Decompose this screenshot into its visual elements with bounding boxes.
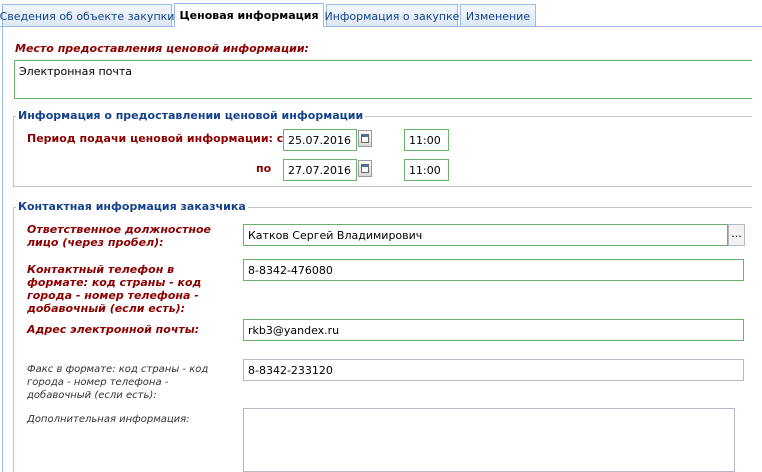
phone-field[interactable]: 8-8342-476080 [243,259,744,281]
period-to-label: по [256,162,272,175]
person-label: Ответственное должностное лицо (через пр… [27,223,212,249]
tab-change[interactable]: Изменение [460,4,536,27]
period-to-calendar-button[interactable] [358,160,372,177]
period-to-time-field[interactable]: 11:00 [404,159,449,181]
place-label: Место предоставления ценовой информации: [15,42,309,55]
period-from-calendar-button[interactable] [358,130,372,147]
calendar-icon [361,134,369,143]
period-from-date-field[interactable]: 25.07.2016 [283,129,357,151]
form-panel: Место предоставления ценовой информации:… [2,27,762,472]
phone-label: Контактный телефон в формате: код страны… [27,263,202,315]
contact-legend: Контактная информация заказчика [16,200,248,213]
tab-purchase-object[interactable]: Сведения об объекте закупки [0,4,174,27]
person-lookup-button[interactable]: ... [728,224,745,246]
place-field[interactable]: Электронная почта [14,60,755,99]
period-from-label: Период подачи ценовой информации: с [27,132,284,145]
price-info-legend: Информация о предоставлении ценовой инфо… [16,109,366,122]
price-info-fieldset [13,116,755,187]
extra-info-label: Дополнительная информация: [27,414,190,425]
period-to-date-field[interactable]: 27.07.2016 [283,159,357,181]
email-label: Адрес электронной почты: [27,323,200,336]
period-from-time-field[interactable]: 11:00 [404,129,449,151]
calendar-icon [361,164,369,173]
tab-purchase-info[interactable]: Информация о закупке [325,4,459,27]
tab-strip: Сведения об объекте закупки Ценовая инфо… [0,0,762,27]
fax-field[interactable]: 8-8342-233120 [243,359,744,381]
email-field[interactable]: rkb3@yandex.ru [243,319,744,341]
scrollbar[interactable] [752,27,762,472]
person-field[interactable]: Катков Сергей Владимирович [243,224,728,246]
fax-label: Факс в формате: код страны - код города … [27,364,209,401]
extra-info-textarea[interactable] [243,408,735,472]
tab-price-info[interactable]: Ценовая информация [174,3,324,27]
